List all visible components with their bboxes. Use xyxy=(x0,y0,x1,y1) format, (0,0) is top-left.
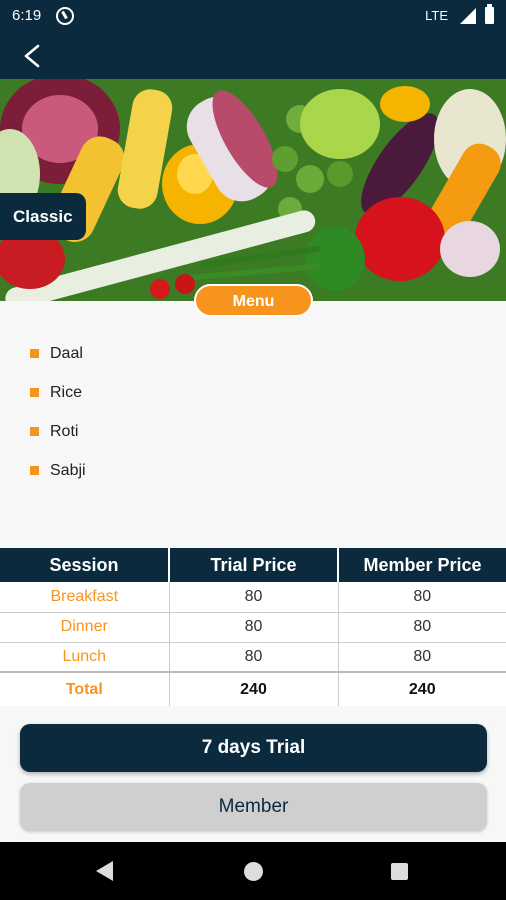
back-button[interactable] xyxy=(14,38,50,74)
total-member-price: 240 xyxy=(338,671,506,706)
member-price-cell: 80 xyxy=(338,582,506,613)
app-bar xyxy=(0,32,506,79)
session-cell: Dinner xyxy=(0,612,170,643)
bullet-icon xyxy=(30,349,39,358)
menu-item-label: Daal xyxy=(50,344,83,362)
system-nav-bar xyxy=(0,842,506,900)
menu-item: Sabji xyxy=(30,451,86,490)
nav-back-icon[interactable] xyxy=(96,861,113,881)
menu-item-label: Roti xyxy=(50,422,79,440)
session-cell: Lunch xyxy=(0,642,170,673)
member-price-cell: 80 xyxy=(338,612,506,643)
plan-badge: Classic xyxy=(0,193,86,240)
header-session: Session xyxy=(0,548,170,582)
total-row: Total 240 240 xyxy=(0,671,506,706)
hero-image xyxy=(0,79,506,301)
header-trial-price: Trial Price xyxy=(169,548,339,582)
bullet-icon xyxy=(30,388,39,397)
network-type: LTE xyxy=(425,8,448,23)
status-time: 6:19 xyxy=(12,7,42,24)
alert-icon xyxy=(56,7,74,25)
member-button[interactable]: Member xyxy=(20,783,487,831)
trial-price-cell: 80 xyxy=(169,642,339,673)
menu-item: Roti xyxy=(30,412,86,451)
nav-recents-icon[interactable] xyxy=(391,863,408,880)
vegetables-image xyxy=(0,79,506,301)
menu-list: Daal Rice Roti Sabji xyxy=(30,334,86,490)
menu-title: Menu xyxy=(194,284,313,317)
back-arrow-icon xyxy=(24,44,40,68)
trial-price-cell: 80 xyxy=(169,612,339,643)
total-trial-price: 240 xyxy=(169,671,339,706)
trial-price-cell: 80 xyxy=(169,582,339,613)
menu-item-label: Rice xyxy=(50,383,83,401)
table-row: Dinner 80 80 xyxy=(0,612,506,643)
member-price-cell: 80 xyxy=(338,642,506,673)
menu-item-label: Sabji xyxy=(50,461,86,479)
status-bar: 6:19 LTE xyxy=(0,0,506,32)
bullet-icon xyxy=(30,466,39,475)
signal-icon xyxy=(460,8,476,24)
trial-button[interactable]: 7 days Trial xyxy=(20,724,487,772)
bullet-icon xyxy=(30,427,39,436)
table-row: Breakfast 80 80 xyxy=(0,582,506,613)
nav-home-icon[interactable] xyxy=(244,862,263,881)
header-member-price: Member Price xyxy=(338,548,506,582)
menu-item: Rice xyxy=(30,373,86,412)
battery-icon xyxy=(485,4,494,24)
price-table: Session Trial Price Member Price Breakfa… xyxy=(0,548,506,706)
table-header-row: Session Trial Price Member Price xyxy=(0,548,506,582)
total-label: Total xyxy=(0,671,170,706)
session-cell: Breakfast xyxy=(0,582,170,613)
table-row: Lunch 80 80 xyxy=(0,642,506,673)
menu-item: Daal xyxy=(30,334,86,373)
